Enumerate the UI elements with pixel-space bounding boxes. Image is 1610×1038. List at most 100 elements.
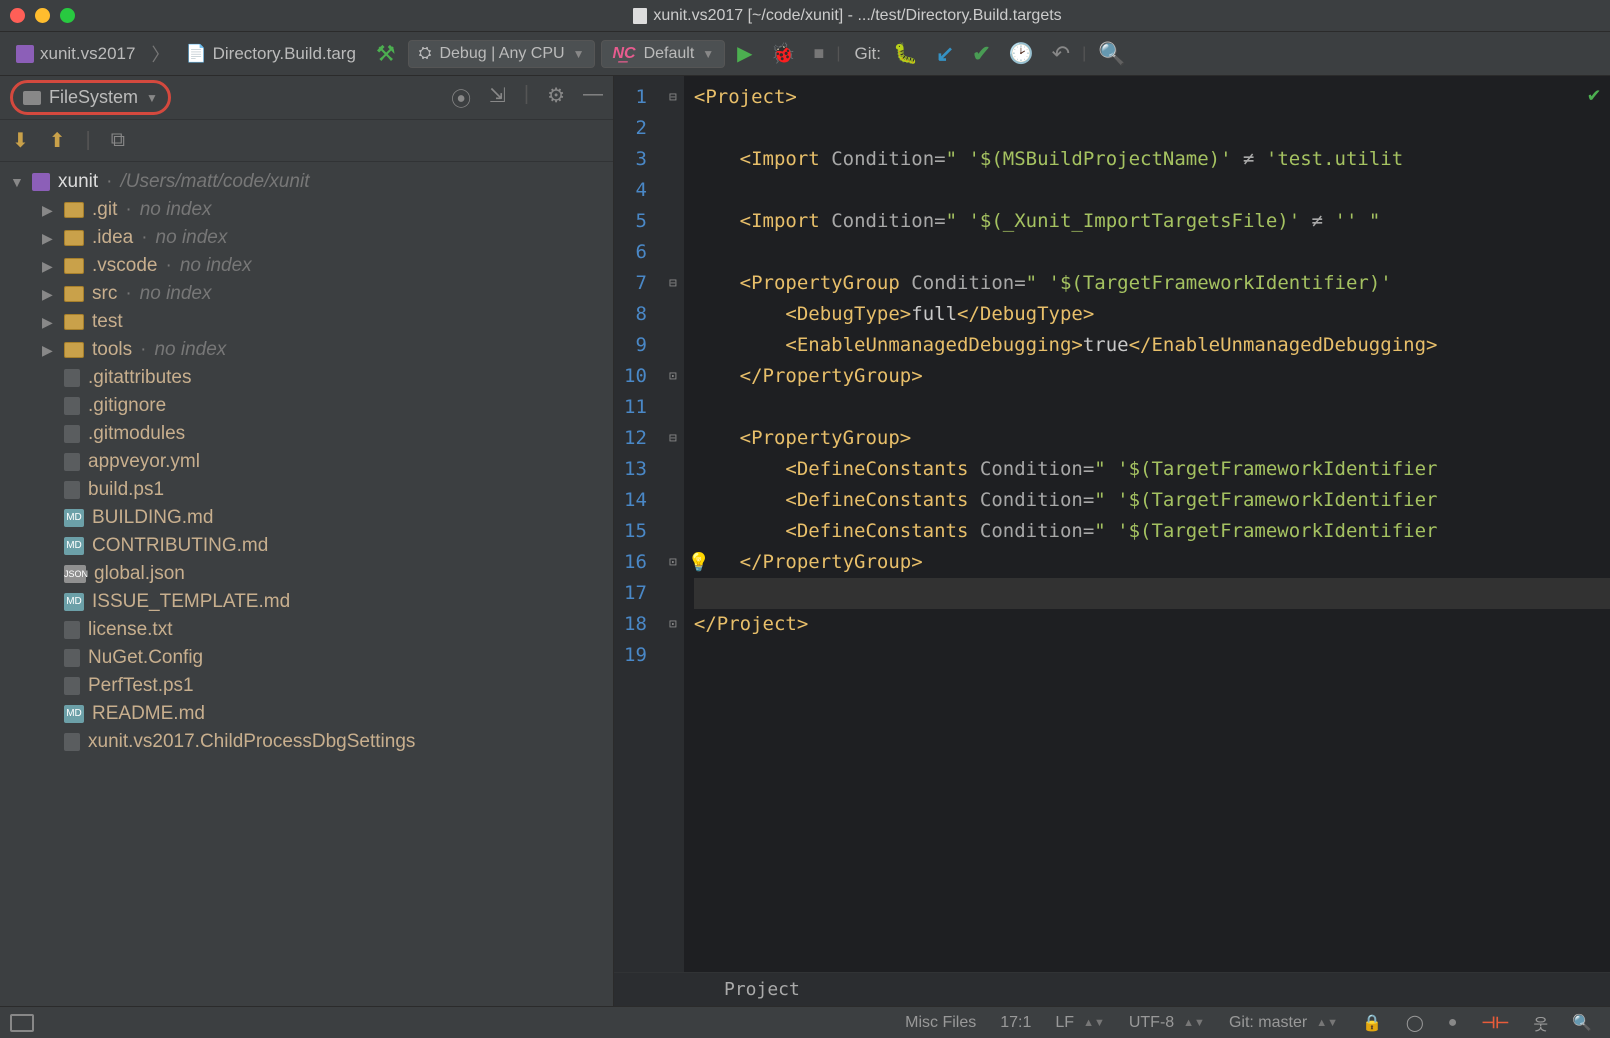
code-line[interactable]: <Project> bbox=[694, 82, 1610, 113]
code-area[interactable]: <Project> <Import Condition=" '$(MSBuild… bbox=[684, 76, 1610, 972]
tree-item[interactable]: MDBUILDING.md bbox=[0, 504, 613, 532]
tree-item[interactable]: appveyor.yml bbox=[0, 448, 613, 476]
maximize-window-button[interactable] bbox=[60, 8, 75, 23]
build-config-dropdown[interactable]: ⛭ Debug | Any CPU ▼ bbox=[408, 40, 596, 68]
git-commit-button[interactable]: ✔ bbox=[966, 37, 996, 71]
status-lock[interactable]: 🔒 bbox=[1354, 1013, 1390, 1033]
collapse-button[interactable]: — bbox=[583, 83, 603, 112]
status-line-sep[interactable]: LF▲▼ bbox=[1047, 1014, 1112, 1032]
run-config-label: Default bbox=[644, 45, 695, 63]
run-button[interactable]: ▶ bbox=[731, 37, 758, 70]
status-indicator-2[interactable]: ● bbox=[1440, 1014, 1466, 1032]
code-line[interactable] bbox=[694, 578, 1610, 609]
status-separator[interactable]: ⊣⊢ bbox=[1473, 1013, 1517, 1033]
code-line[interactable] bbox=[694, 392, 1610, 423]
project-icon bbox=[32, 173, 50, 191]
code-line[interactable]: <Import Condition=" '$(MSBuildProjectNam… bbox=[694, 144, 1610, 175]
status-search[interactable]: 🔍 bbox=[1564, 1013, 1600, 1033]
git-update-button[interactable]: 🐛 bbox=[887, 37, 924, 70]
debug-button[interactable]: 🐞 bbox=[765, 37, 802, 70]
tree-item-label: PerfTest.ps1 bbox=[88, 675, 194, 697]
folder-icon bbox=[64, 342, 84, 358]
lightbulb-icon[interactable]: 💡 bbox=[688, 552, 710, 573]
tree-item[interactable]: MDREADME.md bbox=[0, 700, 613, 728]
breadcrumb-file[interactable]: 📄 Directory.Build.targ bbox=[177, 40, 363, 68]
md-icon: MD bbox=[64, 593, 84, 611]
undo-button[interactable]: ↶ bbox=[1046, 37, 1076, 71]
tree-item-label: .vscode bbox=[92, 255, 157, 277]
lock-icon: 🔒 bbox=[1362, 1013, 1382, 1033]
close-window-button[interactable] bbox=[10, 8, 25, 23]
gutter-line-numbers[interactable]: 12345678910111213141516171819 bbox=[614, 76, 662, 972]
file-tree[interactable]: ▼ xunit · /Users/matt/code/xunit ▶.git ·… bbox=[0, 162, 613, 1006]
tree-item[interactable]: .gitattributes bbox=[0, 364, 613, 392]
scope-dropdown[interactable]: FileSystem ▼ bbox=[10, 80, 171, 115]
minimize-window-button[interactable] bbox=[35, 8, 50, 23]
expand-button[interactable]: ⇲ bbox=[489, 83, 506, 112]
upload-button[interactable]: ⬆ bbox=[49, 128, 66, 153]
vs-icon bbox=[16, 45, 34, 63]
tree-item[interactable]: .gitmodules bbox=[0, 420, 613, 448]
code-line[interactable]: <PropertyGroup> bbox=[694, 423, 1610, 454]
tree-item[interactable]: xunit.vs2017.ChildProcessDbgSettings bbox=[0, 728, 613, 756]
titlebar: xunit.vs2017 [~/code/xunit] - .../test/D… bbox=[0, 0, 1610, 32]
editor-breadcrumb[interactable]: Project bbox=[614, 972, 1610, 1006]
tree-item-label: .gitmodules bbox=[88, 423, 185, 445]
code-line[interactable]: 💡 </PropertyGroup> bbox=[694, 547, 1610, 578]
stop-button[interactable]: ■ bbox=[807, 39, 830, 68]
tree-item[interactable]: license.txt bbox=[0, 616, 613, 644]
code-line[interactable]: <DefineConstants Condition=" '$(TargetFr… bbox=[694, 485, 1610, 516]
tree-item[interactable]: ▶.git · no index bbox=[0, 196, 613, 224]
chevron-right-icon: ▶ bbox=[42, 342, 56, 359]
status-man[interactable]: 웃 bbox=[1525, 1011, 1556, 1035]
tree-item[interactable]: MDISSUE_TEMPLATE.md bbox=[0, 588, 613, 616]
code-line[interactable] bbox=[694, 113, 1610, 144]
code-line[interactable]: <PropertyGroup Condition=" '$(TargetFram… bbox=[694, 268, 1610, 299]
git-history-button[interactable]: 🕑 bbox=[1003, 37, 1040, 70]
breadcrumb-project[interactable]: xunit.vs2017 bbox=[8, 40, 143, 68]
code-line[interactable] bbox=[694, 640, 1610, 671]
code-line[interactable]: <DefineConstants Condition=" '$(TargetFr… bbox=[694, 454, 1610, 485]
tree-item[interactable]: MDCONTRIBUTING.md bbox=[0, 532, 613, 560]
download-button[interactable]: ⬇ bbox=[12, 128, 29, 153]
tree-item[interactable]: ▶tools · no index bbox=[0, 336, 613, 364]
tree-item[interactable]: .gitignore bbox=[0, 392, 613, 420]
status-file-type[interactable]: Misc Files bbox=[897, 1014, 984, 1032]
chevron-right-icon: ▶ bbox=[42, 202, 56, 219]
build-button[interactable]: ⚒ bbox=[370, 37, 402, 71]
gutter-fold[interactable]: ⊟⊟⊡⊟⊡⊡ bbox=[662, 76, 684, 972]
settings-button[interactable]: ⚙ bbox=[547, 83, 565, 112]
search-button[interactable]: 🔍 bbox=[1092, 37, 1131, 71]
copy-button[interactable]: ⧉ bbox=[111, 129, 125, 152]
locate-button[interactable]: ⦿ bbox=[451, 83, 471, 112]
code-line[interactable]: <Import Condition=" '$(_Xunit_ImportTarg… bbox=[694, 206, 1610, 237]
code-line[interactable]: <EnableUnmanagedDebugging>true</EnableUn… bbox=[694, 330, 1610, 361]
run-config-dropdown[interactable]: N͟C Default ▼ bbox=[601, 40, 725, 68]
code-line[interactable] bbox=[694, 175, 1610, 206]
tree-item[interactable]: build.ps1 bbox=[0, 476, 613, 504]
status-encoding[interactable]: UTF-8▲▼ bbox=[1121, 1014, 1213, 1032]
code-line[interactable]: <DefineConstants Condition=" '$(TargetFr… bbox=[694, 516, 1610, 547]
code-line[interactable]: </Project> bbox=[694, 609, 1610, 640]
scope-label: FileSystem bbox=[49, 87, 138, 108]
status-git-branch[interactable]: Git: master▲▼ bbox=[1221, 1014, 1346, 1032]
tool-window-button[interactable] bbox=[10, 1014, 34, 1032]
status-cursor[interactable]: 17:1 bbox=[992, 1014, 1039, 1032]
tree-item[interactable]: ▶.idea · no index bbox=[0, 224, 613, 252]
code-line[interactable]: <DebugType>full</DebugType> bbox=[694, 299, 1610, 330]
tree-item-label: license.txt bbox=[88, 619, 172, 641]
code-line[interactable]: </PropertyGroup> bbox=[694, 361, 1610, 392]
editor[interactable]: ✔ 12345678910111213141516171819 ⊟⊟⊡⊟⊡⊡ <… bbox=[614, 76, 1610, 1006]
tree-item[interactable]: JSONglobal.json bbox=[0, 560, 613, 588]
file-icon bbox=[64, 397, 80, 415]
tree-item[interactable]: NuGet.Config bbox=[0, 644, 613, 672]
git-pull-button[interactable]: ↙ bbox=[930, 37, 960, 71]
tree-item-label: CONTRIBUTING.md bbox=[92, 535, 268, 557]
tree-item[interactable]: ▶test bbox=[0, 308, 613, 336]
status-indicator-1[interactable]: ◯ bbox=[1398, 1013, 1432, 1033]
tree-root[interactable]: ▼ xunit · /Users/matt/code/xunit bbox=[0, 168, 613, 196]
tree-item[interactable]: ▶src · no index bbox=[0, 280, 613, 308]
tree-item[interactable]: ▶.vscode · no index bbox=[0, 252, 613, 280]
code-line[interactable] bbox=[694, 237, 1610, 268]
tree-item[interactable]: PerfTest.ps1 bbox=[0, 672, 613, 700]
